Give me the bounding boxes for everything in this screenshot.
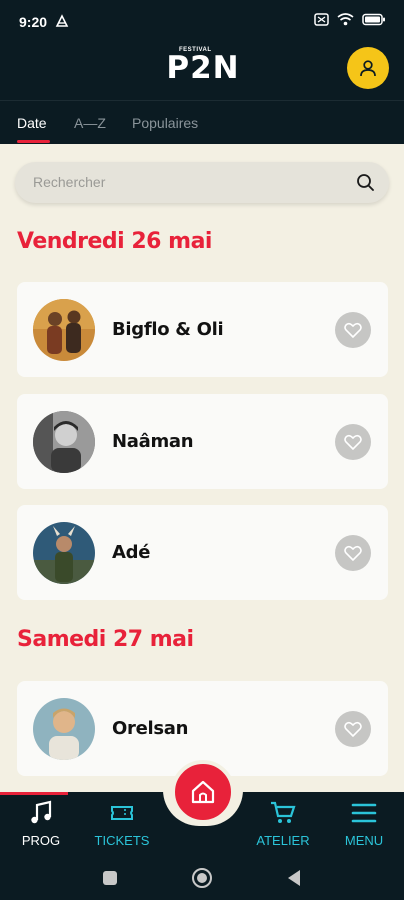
artist-name: Naâman (112, 431, 194, 452)
heart-icon (344, 434, 362, 450)
app-header: FESTIVAL P2N (0, 44, 404, 100)
artist-name: Adé (112, 542, 151, 563)
favorite-button[interactable] (335, 535, 371, 571)
artist-card[interactable]: Naâman (17, 394, 388, 489)
ticket-icon (111, 806, 133, 820)
user-icon (360, 60, 376, 77)
artist-photo (33, 698, 95, 760)
home-button[interactable] (171, 760, 235, 824)
heart-icon (344, 545, 362, 561)
artist-photo (33, 411, 95, 473)
favorite-button[interactable] (335, 424, 371, 460)
tab-date[interactable]: Date (17, 115, 47, 131)
day-heading: Samedi 27 mai (17, 627, 194, 652)
sim-icon (314, 13, 329, 26)
artist-card[interactable]: Adé (17, 505, 388, 600)
day-heading: Vendredi 26 mai (17, 229, 212, 254)
status-time: 9:20 (19, 14, 48, 30)
heart-icon (344, 322, 362, 338)
active-tab-indicator (17, 140, 50, 143)
battery-icon (362, 13, 385, 26)
recent-apps-icon[interactable] (101, 869, 119, 887)
search-field[interactable]: Rechercher (15, 162, 389, 203)
system-nav-bar (0, 856, 404, 900)
tab-populaires[interactable]: Populaires (132, 115, 198, 131)
artist-photo (33, 522, 95, 584)
nav-label: MENU (344, 833, 384, 848)
home-icon (191, 780, 215, 804)
profile-button[interactable] (347, 47, 389, 89)
artist-name: Bigflo & Oli (112, 319, 224, 340)
music-note-icon (31, 800, 52, 824)
search-placeholder: Rechercher (33, 174, 106, 190)
status-icons (314, 13, 386, 26)
status-bar: 9:20 (0, 0, 404, 44)
nav-prog[interactable]: PROG (6, 800, 76, 848)
back-icon[interactable] (285, 868, 303, 888)
favorite-button[interactable] (335, 711, 371, 747)
menu-icon (351, 803, 377, 823)
nav-tickets[interactable]: TICKETS (87, 800, 157, 848)
festival-logo: FESTIVAL P2N (165, 47, 241, 93)
data-saver-icon (55, 14, 69, 27)
artist-card[interactable]: Bigflo & Oli (17, 282, 388, 377)
nav-menu[interactable]: MENU (329, 800, 399, 848)
nav-atelier[interactable]: ATELIER (248, 800, 318, 848)
artist-name: Orelsan (112, 718, 189, 739)
nav-label: ATELIER (256, 833, 310, 848)
tab-a-z[interactable]: A—Z (74, 115, 106, 131)
cart-icon (271, 801, 296, 823)
wifi-icon (337, 13, 354, 26)
logo-p2n-text: P2N (166, 50, 240, 86)
sort-tabs: Date A—Z Populaires (0, 100, 404, 144)
heart-icon (344, 721, 362, 737)
search-icon[interactable] (356, 173, 375, 192)
active-nav-indicator (0, 792, 68, 795)
system-home-icon[interactable] (191, 867, 213, 889)
nav-label: TICKETS (94, 833, 150, 848)
nav-label: PROG (21, 833, 61, 848)
artist-photo (33, 299, 95, 361)
favorite-button[interactable] (335, 312, 371, 348)
